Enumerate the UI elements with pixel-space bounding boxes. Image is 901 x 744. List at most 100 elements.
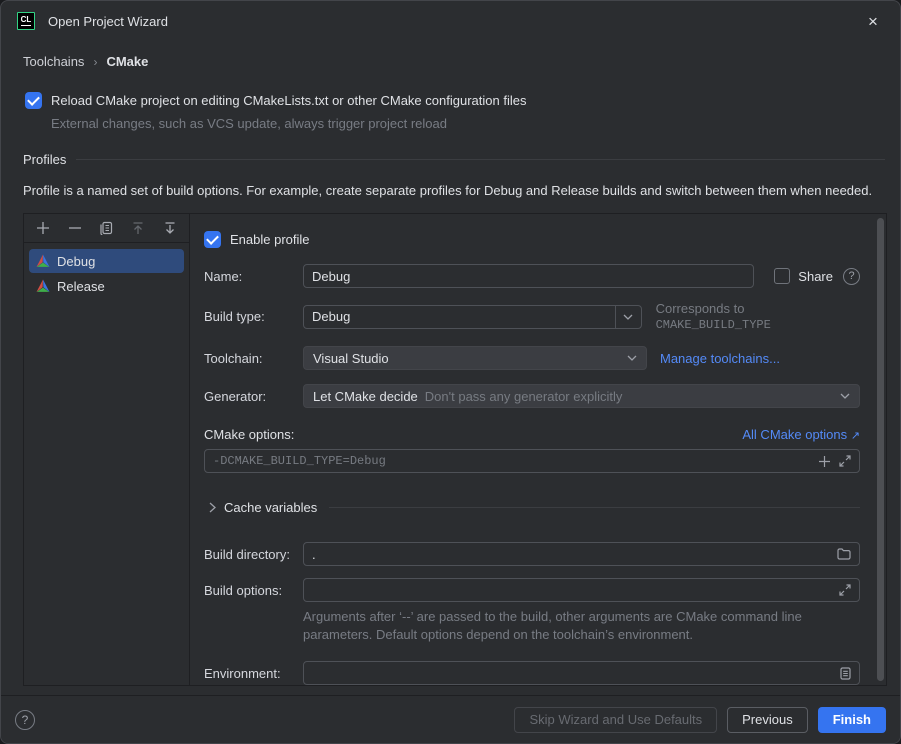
profile-list: Debug Release — [24, 243, 189, 304]
build-options-label: Build options: — [204, 583, 303, 598]
profile-item-label: Debug — [57, 254, 95, 269]
cmake-options-input[interactable]: -DCMAKE_BUILD_TYPE=Debug — [204, 449, 860, 473]
build-type-hint-code: CMAKE_BUILD_TYPE — [656, 318, 771, 332]
cmake-logo-icon — [36, 279, 50, 293]
toolchain-value: Visual Studio — [313, 351, 620, 366]
toolchain-row: Toolchain: Visual Studio Manage toolchai… — [204, 346, 860, 370]
generator-label: Generator: — [204, 389, 303, 404]
share-label: Share — [798, 269, 833, 284]
environment-input[interactable] — [312, 666, 832, 681]
name-row: Name: Share ? — [204, 264, 860, 288]
window-title: Open Project Wizard — [48, 14, 168, 29]
enable-profile-row: Enable profile — [204, 231, 860, 248]
help-button[interactable]: ? — [15, 710, 35, 730]
reload-cmake-checkbox[interactable] — [25, 92, 42, 109]
enable-profile-checkbox[interactable] — [204, 231, 221, 248]
generator-value: Let CMake decide — [313, 389, 418, 404]
generator-select[interactable]: Let CMake decide Don't pass any generato… — [303, 384, 860, 408]
footer-buttons: Skip Wizard and Use Defaults Previous Fi… — [514, 707, 886, 733]
cache-variables-label: Cache variables — [224, 500, 317, 515]
expand-editor-icon[interactable] — [839, 455, 851, 467]
profiles-section-label: Profiles — [23, 152, 66, 167]
name-field — [303, 264, 754, 288]
profiles-panel: Debug Release Enable profile Name: — [23, 213, 887, 686]
move-down-button[interactable] — [162, 220, 178, 236]
generator-placeholder: Don't pass any generator explicitly — [425, 389, 833, 404]
arrow-down-from-bar-icon — [163, 221, 177, 235]
chevron-down-icon — [627, 355, 637, 361]
profile-item-label: Release — [57, 279, 105, 294]
skip-wizard-button: Skip Wizard and Use Defaults — [514, 707, 717, 733]
copy-icon — [99, 221, 113, 235]
cmake-options-label: CMake options: — [204, 427, 294, 442]
dialog-footer: ? Skip Wizard and Use Defaults Previous … — [1, 695, 900, 743]
finish-button[interactable]: Finish — [818, 707, 886, 733]
manage-toolchains-link[interactable]: Manage toolchains... — [660, 351, 780, 366]
name-label: Name: — [204, 269, 303, 284]
profile-form: Enable profile Name: Share ? Build type:… — [190, 214, 886, 685]
cache-variables-divider — [329, 507, 860, 508]
remove-profile-button[interactable] — [67, 220, 83, 236]
enable-profile-label: Enable profile — [230, 232, 310, 247]
move-up-button[interactable] — [130, 220, 146, 236]
build-directory-row: Build directory: — [204, 542, 860, 566]
cmake-options-value: -DCMAKE_BUILD_TYPE=Debug — [213, 454, 810, 468]
clion-app-icon: CL — [17, 12, 35, 30]
build-options-row: Build options: — [204, 578, 860, 602]
profiles-description: Profile is a named set of build options.… — [23, 181, 878, 200]
minus-icon — [68, 221, 82, 235]
add-profile-button[interactable] — [35, 220, 51, 236]
environment-row: Environment: — [204, 661, 860, 685]
section-divider — [76, 159, 885, 160]
profile-item-release[interactable]: Release — [29, 274, 184, 298]
window-titlebar: CL Open Project Wizard × — [1, 1, 900, 41]
profiles-list-pane: Debug Release — [24, 214, 190, 685]
chevron-down-icon — [840, 393, 850, 399]
vertical-scrollbar[interactable] — [877, 218, 884, 681]
build-directory-input[interactable] — [312, 547, 829, 562]
all-cmake-options-link[interactable]: All CMake options ↗ — [742, 427, 860, 442]
toolchain-label: Toolchain: — [204, 351, 303, 366]
add-option-button[interactable] — [818, 455, 831, 468]
build-type-hint: Corresponds to CMAKE_BUILD_TYPE — [656, 301, 860, 332]
plus-icon — [36, 221, 50, 235]
build-options-input[interactable] — [312, 583, 831, 598]
toolchain-select[interactable]: Visual Studio — [303, 346, 647, 370]
close-icon[interactable]: × — [862, 13, 884, 30]
profiles-toolbar — [24, 214, 189, 243]
share-help-icon[interactable]: ? — [843, 268, 860, 285]
cmake-options-header: CMake options: All CMake options ↗ — [204, 427, 860, 442]
name-input[interactable] — [312, 269, 745, 284]
cache-variables-toggle[interactable]: Cache variables — [209, 500, 860, 515]
build-options-field — [303, 578, 860, 602]
profiles-section-header: Profiles — [23, 152, 885, 167]
generator-row: Generator: Let CMake decide Don't pass a… — [204, 384, 860, 408]
previous-button[interactable]: Previous — [727, 707, 808, 733]
build-type-select[interactable]: Debug — [303, 305, 642, 329]
variables-list-icon[interactable] — [840, 667, 851, 680]
reload-cmake-label: Reload CMake project on editing CMakeLis… — [51, 93, 526, 108]
chevron-right-icon — [209, 502, 216, 513]
environment-label: Environment: — [204, 666, 303, 681]
build-type-value: Debug — [304, 309, 615, 324]
breadcrumb-item-toolchains[interactable]: Toolchains — [23, 54, 84, 69]
open-project-wizard-dialog: CL Open Project Wizard × Toolchains › CM… — [0, 0, 901, 744]
folder-icon[interactable] — [837, 548, 851, 560]
build-type-row: Build type: Debug Corresponds to CMAKE_B… — [204, 301, 860, 332]
environment-field — [303, 661, 860, 685]
share-checkbox[interactable] — [774, 268, 790, 284]
arrow-up-to-bar-icon — [131, 221, 145, 235]
build-directory-field — [303, 542, 860, 566]
clion-logo-text: CL — [21, 16, 32, 26]
copy-profile-button[interactable] — [99, 220, 115, 236]
breadcrumb: Toolchains › CMake — [23, 54, 900, 69]
reload-cmake-row: Reload CMake project on editing CMakeLis… — [25, 92, 900, 109]
profile-item-debug[interactable]: Debug — [29, 249, 184, 273]
expand-editor-icon[interactable] — [839, 584, 851, 596]
build-options-help: Arguments after ‘--’ are passed to the b… — [303, 608, 828, 644]
external-link-icon: ↗ — [851, 430, 860, 442]
build-type-label: Build type: — [204, 309, 303, 324]
breadcrumb-separator-icon: › — [93, 55, 97, 69]
reload-cmake-hint: External changes, such as VCS update, al… — [51, 116, 900, 131]
cmake-logo-icon — [36, 254, 50, 268]
